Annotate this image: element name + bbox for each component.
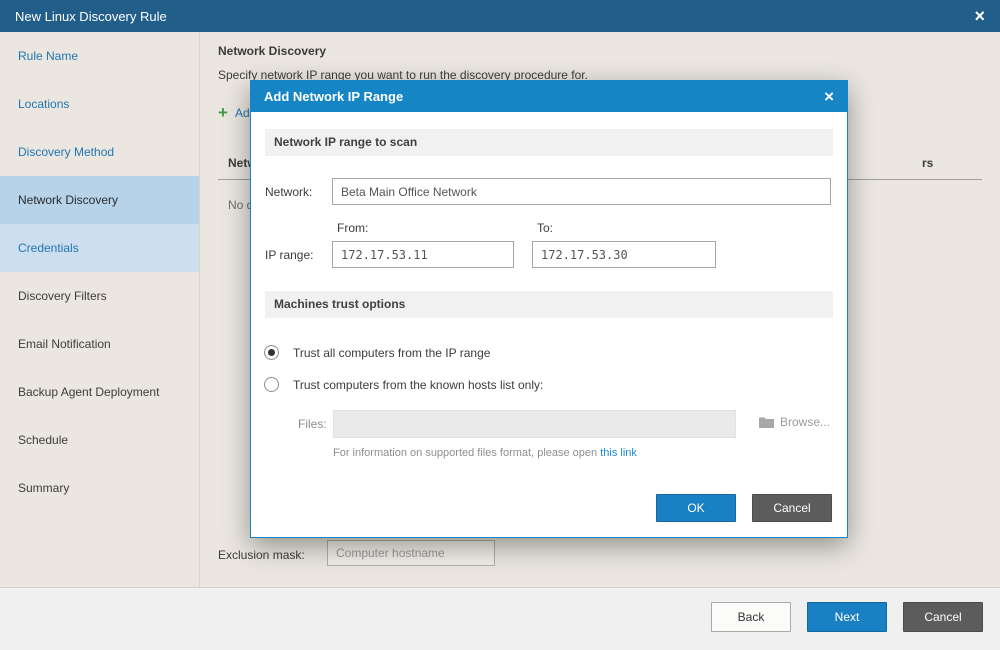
section-machines-trust: Machines trust options	[265, 291, 833, 318]
wizard-footer: Back Next Cancel	[0, 587, 1000, 650]
files-input	[333, 410, 736, 438]
sidebar-item-credentials[interactable]: Credentials	[0, 224, 199, 272]
ip-range-to-input[interactable]	[532, 241, 716, 268]
ip-range-from-input[interactable]	[332, 241, 514, 268]
sidebar-item-network-discovery[interactable]: Network Discovery	[0, 176, 199, 224]
dialog-cancel-button[interactable]: Cancel	[752, 494, 832, 522]
page-title: Network Discovery	[218, 44, 327, 58]
window-title: New Linux Discovery Rule	[15, 8, 167, 24]
table-header-fragment: rs	[922, 156, 934, 170]
section-network-ip-range: Network IP range to scan	[265, 129, 833, 156]
exclusion-mask-input[interactable]	[327, 540, 495, 566]
cancel-button[interactable]: Cancel	[903, 602, 983, 632]
sidebar-item-locations[interactable]: Locations	[0, 80, 199, 128]
back-button[interactable]: Back	[711, 602, 791, 632]
files-label: Files:	[298, 417, 327, 431]
sidebar-item-discovery-filters[interactable]: Discovery Filters	[0, 272, 199, 320]
ok-button[interactable]: OK	[656, 494, 736, 522]
sidebar-item-backup-agent-deployment[interactable]: Backup Agent Deployment	[0, 368, 199, 416]
to-label: To:	[537, 221, 554, 235]
trust-known-hosts-radio[interactable]: Trust computers from the known hosts lis…	[264, 377, 543, 392]
sidebar-item-email-notification[interactable]: Email Notification	[0, 320, 199, 368]
from-label: From:	[337, 221, 369, 235]
sidebar-item-discovery-method[interactable]: Discovery Method	[0, 128, 199, 176]
network-label: Network:	[265, 185, 313, 199]
sidebar-item-schedule[interactable]: Schedule	[0, 416, 199, 464]
window-close-icon[interactable]: ×	[974, 7, 985, 25]
hint-link[interactable]: this link	[600, 447, 637, 459]
dialog-title: Add Network IP Range	[264, 89, 404, 104]
window-titlebar: New Linux Discovery Rule ×	[0, 0, 1000, 32]
add-network-ip-range-dialog: Add Network IP Range × Network IP range …	[250, 80, 848, 538]
dialog-close-icon[interactable]: ×	[824, 88, 834, 105]
trust-known-hosts-label: Trust computers from the known hosts lis…	[293, 377, 544, 392]
radio-selected-icon	[264, 345, 279, 360]
next-button[interactable]: Next	[807, 602, 887, 632]
browse-label: Browse...	[780, 415, 831, 429]
files-format-hint: For information on supported files forma…	[333, 447, 637, 459]
wizard-steps-sidebar: Rule Name Locations Discovery Method Net…	[0, 32, 200, 587]
radio-unselected-icon	[264, 377, 279, 392]
dialog-titlebar: Add Network IP Range ×	[251, 81, 847, 112]
hint-text: For information on supported files forma…	[333, 447, 601, 459]
sidebar-item-rule-name[interactable]: Rule Name	[0, 32, 199, 80]
trust-all-label: Trust all computers from the IP range	[293, 345, 491, 360]
ip-range-label: IP range:	[265, 248, 314, 262]
folder-icon	[759, 417, 774, 428]
sidebar-item-summary[interactable]: Summary	[0, 464, 199, 512]
browse-button: Browse...	[759, 415, 830, 429]
trust-all-radio[interactable]: Trust all computers from the IP range	[264, 345, 490, 360]
network-input[interactable]	[332, 178, 831, 205]
exclusion-mask-label: Exclusion mask:	[218, 548, 305, 562]
add-plus-icon: +	[218, 103, 228, 122]
